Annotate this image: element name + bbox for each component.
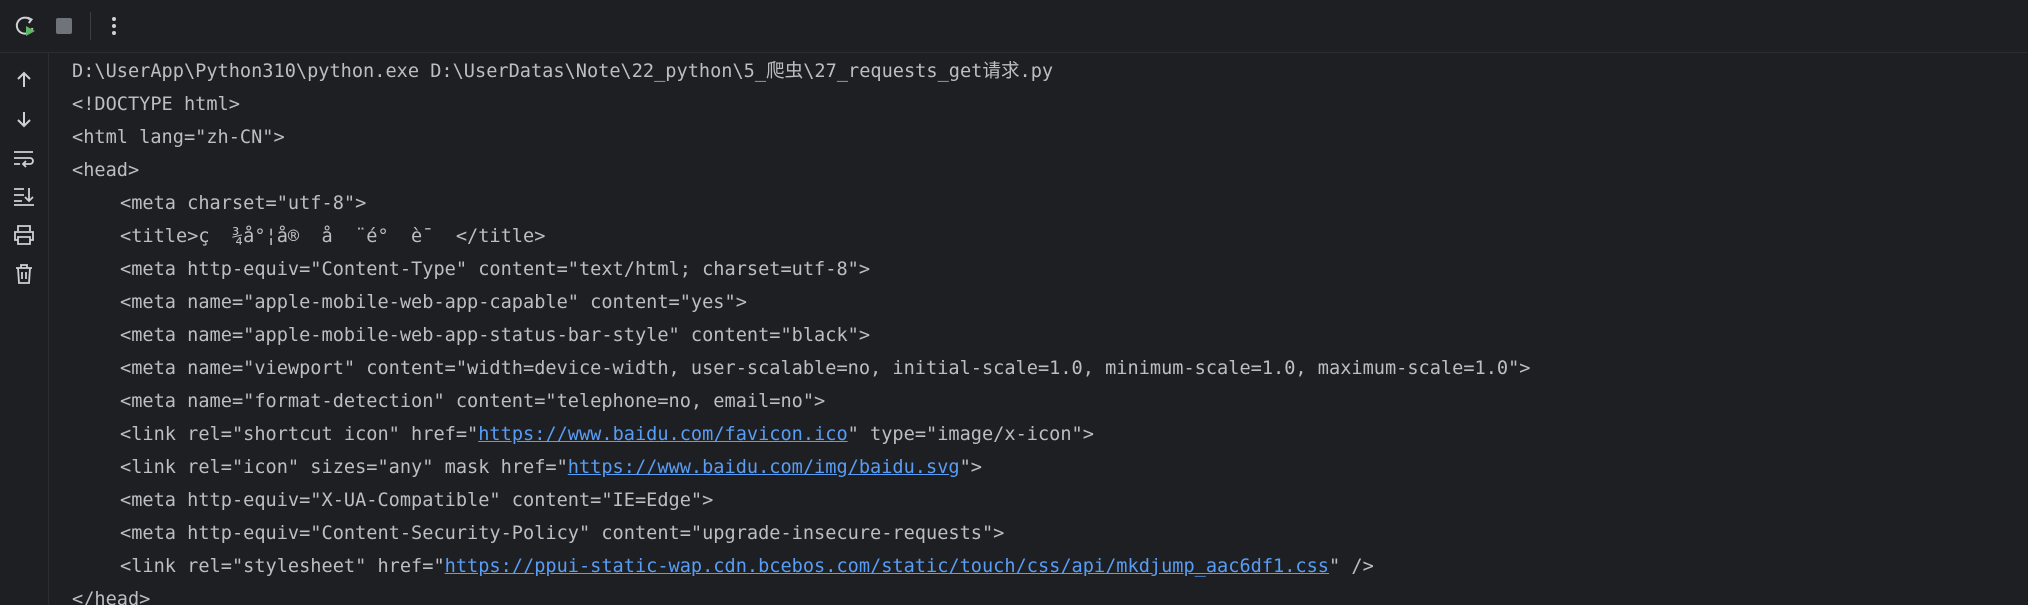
console-line: <link rel="icon" sizes="any" mask href="… [72,451,982,484]
console-line-text: " /> [1329,556,1374,577]
scroll-to-end-button[interactable] [8,180,40,212]
console-hyperlink[interactable]: https://ppui-static-wap.cdn.bcebos.com/s… [445,556,1329,577]
console-sidebar [0,53,49,605]
rerun-icon [15,16,35,36]
clear-all-button[interactable] [8,258,40,290]
console-line: <meta name="apple-mobile-web-app-capable… [120,292,747,313]
console-line: </head> [72,589,151,605]
console-line: <!DOCTYPE html> [72,94,240,115]
console-line: <meta name="viewport" content="width=dev… [120,358,1531,379]
console-line: <meta http-equiv="Content-Security-Polic… [120,523,1005,544]
console-line: <head> [72,160,140,181]
scroll-up-button[interactable] [8,64,40,96]
soft-wrap-icon [14,151,34,168]
run-toolbar [0,0,2028,53]
console-line-text: " type="image/x-icon"> [847,424,1094,445]
console-line: <meta name="apple-mobile-web-app-status-… [120,325,871,346]
console-command-line: D:\UserApp\Python310\python.exe D:\UserD… [72,61,1054,82]
soft-wrap-button[interactable] [8,142,40,174]
trash-icon [16,264,32,284]
console-line: <link rel="stylesheet" href="https://ppu… [72,550,1374,583]
console-line: <meta http-equiv="X-UA-Compatible" conte… [120,490,714,511]
toolbar-divider [90,12,91,40]
console-line: <meta charset="utf-8"> [120,193,367,214]
console-line: <html lang="zh-CN"> [72,127,285,148]
console-line-text: "> [959,457,982,478]
more-options-button[interactable] [98,10,130,42]
console-line-text: <link rel="icon" sizes="any" mask href=" [120,457,568,478]
rerun-button[interactable] [10,10,42,42]
more-vertical-icon [112,17,116,35]
scroll-down-button[interactable] [8,103,40,135]
console-hyperlink[interactable]: https://www.baidu.com/favicon.ico [478,424,847,445]
print-button[interactable] [8,219,40,251]
print-icon [14,225,34,245]
arrow-up-icon [17,71,31,87]
stop-icon [56,18,72,34]
arrow-down-icon [17,112,31,128]
console-line: <meta http-equiv="Content-Type" content=… [120,259,871,280]
scroll-to-end-icon [14,188,34,206]
console-output[interactable]: D:\UserApp\Python310\python.exe D:\UserD… [54,53,2020,605]
console-line-text: <link rel="stylesheet" href=" [120,556,445,577]
stop-button[interactable] [48,10,80,42]
console-line: <link rel="shortcut icon" href="https://… [72,418,1094,451]
console-line: <meta name="format-detection" content="t… [120,391,826,412]
console-hyperlink[interactable]: https://www.baidu.com/img/baidu.svg [568,457,960,478]
console-line: <title>ç ¾å°¦å® å ¨é° è¯ </title> [120,226,546,247]
console-line-text: <link rel="shortcut icon" href=" [120,424,479,445]
